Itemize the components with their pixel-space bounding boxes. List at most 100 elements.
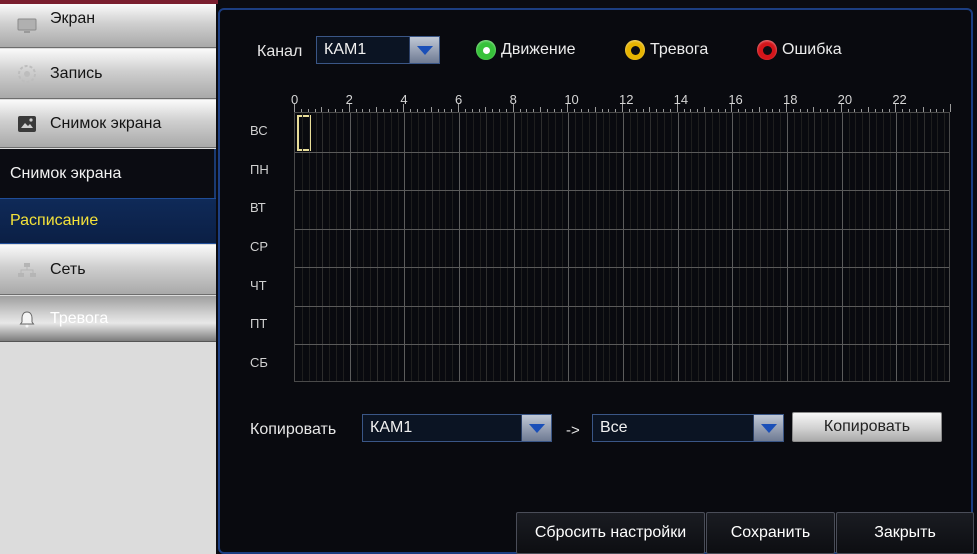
sidebar-subitem-schedule[interactable]: Расписание	[0, 198, 216, 244]
grid-column-line	[513, 113, 515, 381]
copy-button[interactable]: Копировать	[792, 412, 942, 442]
grid-column-line	[520, 113, 522, 381]
schedule-grid: 0 2 4 6 8 10 12 14 16 18 20 22 ВС ПН ВТ СР ЧТ ПТ СБ	[250, 92, 951, 382]
chevron-down-icon[interactable]	[409, 37, 439, 63]
sidebar: Экран Запись Снимок экрана Снимок экрана…	[0, 4, 216, 554]
grid-column-line	[923, 113, 925, 381]
save-button[interactable]: Сохранить	[706, 512, 835, 554]
grid-column-line	[780, 113, 782, 381]
grid-column-line	[568, 113, 570, 381]
grid-column-line	[527, 113, 529, 381]
bell-icon	[16, 310, 38, 328]
grid-column-line	[602, 113, 604, 381]
grid-column-line	[718, 113, 720, 381]
channel-select-value: КАМ1	[324, 41, 367, 58]
sidebar-subitem-snapshot[interactable]: Снимок экрана	[0, 149, 216, 198]
grid-column-line	[342, 113, 344, 381]
grid-row-line	[295, 305, 949, 307]
grid-column-line	[664, 113, 665, 381]
chevron-down-icon[interactable]	[753, 415, 783, 441]
reset-settings-button[interactable]: Сбросить настройки	[516, 512, 705, 554]
legend-error-label: Ошибка	[782, 41, 842, 58]
chevron-down-icon[interactable]	[521, 415, 551, 441]
grid-column-line	[800, 113, 802, 381]
sidebar-item-record[interactable]: Запись	[0, 49, 216, 99]
record-icon	[16, 64, 38, 83]
grid-row-line	[295, 267, 949, 269]
schedule-grid-body[interactable]	[294, 112, 950, 382]
channel-label: Канал	[257, 43, 303, 60]
legend-alarm-label: Тревога	[650, 41, 709, 58]
grid-column-line	[882, 113, 884, 381]
copy-source-select[interactable]: КАМ1	[362, 414, 552, 442]
hour-tick	[840, 104, 842, 112]
grid-column-line	[752, 113, 754, 381]
grid-column-line	[732, 113, 734, 381]
grid-row-line	[295, 344, 949, 346]
grid-column-line	[670, 113, 672, 381]
grid-column-line	[452, 113, 454, 381]
day-label: СР	[250, 239, 269, 254]
grid-column-line	[629, 113, 631, 381]
grid-column-line	[575, 113, 577, 381]
legend-motion-label: Движение	[501, 41, 576, 58]
schedule-panel: Канал КАМ1 Движение Тревога Ошибка 02468…	[218, 8, 973, 554]
grid-column-line	[889, 113, 891, 381]
grid-column-line	[609, 113, 611, 381]
hour-tick	[622, 104, 623, 112]
grid-column-line	[937, 113, 939, 381]
grid-column-line	[534, 113, 536, 381]
grid-column-line	[896, 113, 898, 381]
grid-column-line	[698, 113, 700, 381]
grid-column-line	[308, 113, 310, 381]
copy-arrow: ->	[566, 422, 580, 439]
grid-column-line	[916, 113, 918, 381]
grid-column-line	[623, 113, 624, 381]
grid-column-line	[848, 113, 850, 381]
hour-tick	[512, 104, 514, 112]
grid-column-line	[725, 113, 727, 381]
grid-row-line	[295, 228, 949, 230]
sidebar-item-label: Снимок экрана	[10, 164, 122, 182]
day-label: ПН	[250, 161, 269, 177]
sidebar-item-screen[interactable]: Экран	[0, 4, 216, 48]
grid-column-line	[486, 113, 488, 381]
hour-tick	[294, 104, 295, 112]
copy-source-value: КАМ1	[370, 419, 413, 436]
day-label: ПТ	[250, 316, 268, 332]
grid-column-line	[643, 113, 645, 381]
legend-error: Ошибка	[757, 40, 842, 60]
hour-tick	[403, 104, 405, 112]
grid-row-line	[295, 151, 949, 153]
sidebar-item-network[interactable]: Сеть	[0, 245, 216, 295]
grid-column-line	[390, 113, 392, 381]
copy-target-select[interactable]: Все	[592, 414, 784, 442]
close-button[interactable]: Закрыть	[836, 512, 974, 554]
sidebar-item-alarm[interactable]: Тревога	[0, 296, 216, 342]
grid-column-line	[814, 113, 816, 381]
hour-tick	[567, 104, 569, 112]
grid-column-line	[377, 113, 378, 381]
hour-tick	[676, 104, 678, 112]
grid-column-line	[506, 113, 508, 381]
grid-column-line	[588, 113, 590, 381]
channel-select[interactable]: КАМ1	[316, 36, 440, 64]
day-label: ВС	[250, 123, 268, 139]
hour-tick	[895, 104, 897, 112]
legend-alarm: Тревога	[625, 40, 708, 60]
monitor-icon	[16, 17, 38, 35]
alarm-indicator-icon	[625, 40, 645, 60]
sidebar-item-label: Экран	[50, 9, 96, 27]
hour-tick	[731, 104, 733, 112]
sidebar-item-snapshot[interactable]: Снимок экрана	[0, 100, 216, 148]
grid-column-line	[315, 113, 317, 381]
grid-column-line	[841, 113, 843, 381]
grid-column-line	[541, 113, 542, 381]
grid-column-line	[301, 113, 303, 381]
grid-column-line	[363, 113, 365, 381]
grid-column-line	[862, 113, 864, 381]
grid-column-line	[404, 113, 406, 381]
grid-column-line	[910, 113, 911, 381]
grid-column-line	[383, 113, 385, 381]
grid-column-line	[595, 113, 597, 381]
